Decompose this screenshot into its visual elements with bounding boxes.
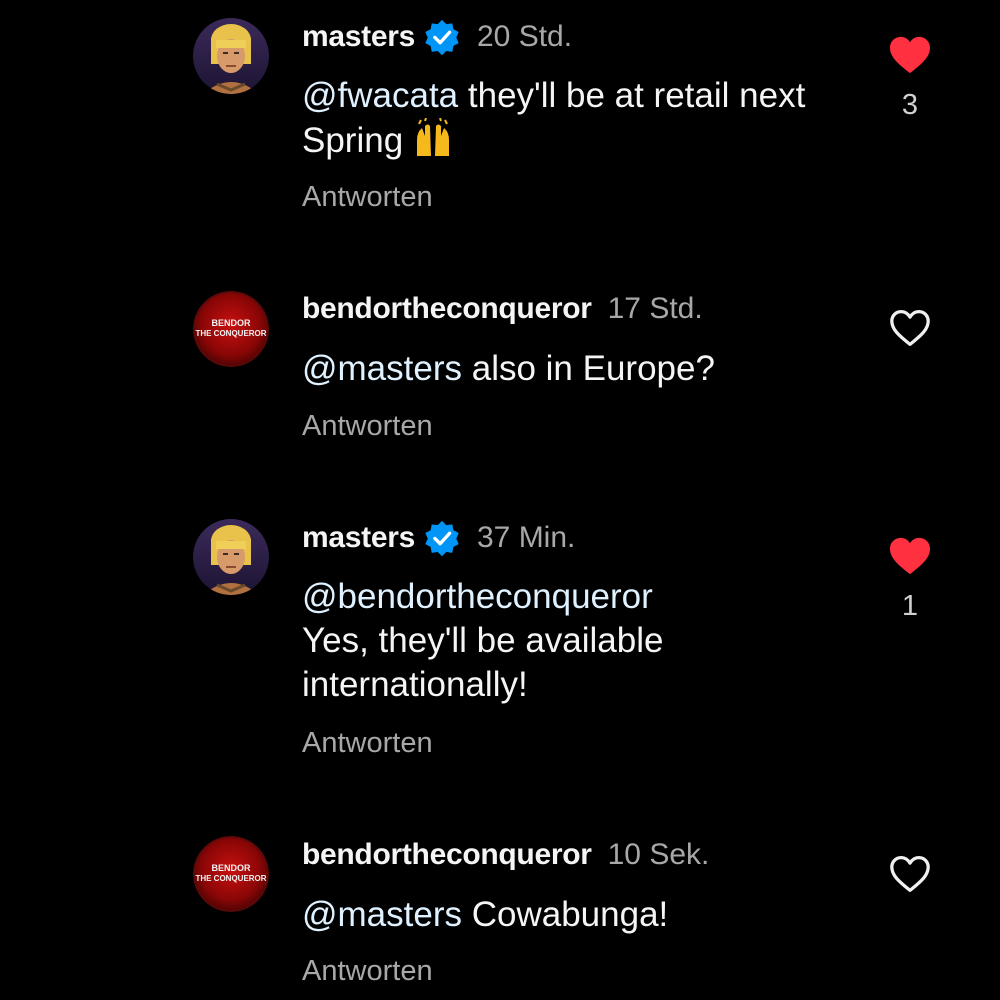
like-control: 3 xyxy=(880,35,940,122)
comment-header: masters 37 Min. xyxy=(302,518,575,558)
comment-text: @bendortheconqueror Yes, they'll be avai… xyxy=(302,575,862,707)
comment-header: bendortheconqueror 17 Std. xyxy=(302,289,703,329)
reply-button[interactable]: Antworten xyxy=(302,727,433,760)
like-count: 3 xyxy=(901,89,919,121)
comment-text: @masters Cowabunga! xyxy=(302,893,862,937)
reply-button[interactable]: Antworten xyxy=(302,410,433,443)
username[interactable]: masters xyxy=(302,521,415,555)
bendor-logo-icon: BENDOR THE CONQUEROR xyxy=(193,291,269,367)
like-control: 1 xyxy=(880,536,940,623)
raising-hands-icon xyxy=(411,117,455,169)
like-count: 1 xyxy=(901,590,919,622)
comment-body-line: internationally! xyxy=(302,665,528,704)
avatar-masters[interactable] xyxy=(193,18,269,94)
reply-button[interactable]: Antworten xyxy=(302,181,433,214)
heart-outline-icon[interactable] xyxy=(888,308,932,348)
like-control xyxy=(880,854,940,894)
avatar-text-bottom: THE CONQUEROR xyxy=(195,874,266,883)
mention-link[interactable]: @fwacata xyxy=(302,76,458,115)
avatar-text-top: BENDOR xyxy=(211,318,251,328)
username[interactable]: masters xyxy=(302,20,415,54)
heart-filled-icon[interactable] xyxy=(888,35,932,75)
verified-badge-icon xyxy=(423,519,461,557)
verified-badge-icon xyxy=(423,18,461,56)
comment-header: bendortheconqueror 10 Sek. xyxy=(302,835,709,875)
username[interactable]: bendortheconqueror xyxy=(302,292,592,326)
bendor-logo-icon: BENDOR THE CONQUEROR xyxy=(193,836,269,912)
username[interactable]: bendortheconqueror xyxy=(302,838,592,872)
mention-link[interactable]: @masters xyxy=(302,349,462,388)
timestamp: 17 Std. xyxy=(607,292,703,325)
mention-link[interactable]: @bendortheconqueror xyxy=(302,577,653,616)
comment-header: masters 20 Std. xyxy=(302,17,572,57)
timestamp: 10 Sek. xyxy=(607,838,710,871)
comment-body: also in Europe? xyxy=(462,349,715,388)
comment-body: Cowabunga! xyxy=(462,895,669,934)
reply-button[interactable]: Antworten xyxy=(302,955,433,988)
avatar-text-bottom: THE CONQUEROR xyxy=(195,329,266,338)
he-man-avatar-icon xyxy=(193,18,269,94)
timestamp: 20 Std. xyxy=(476,20,573,53)
avatar-masters[interactable] xyxy=(193,519,269,595)
heart-filled-icon[interactable] xyxy=(888,536,932,576)
comment-text: @masters also in Europe? xyxy=(302,347,862,391)
he-man-avatar-icon xyxy=(193,519,269,595)
comment-text: @fwacata they'll be at retail next Sprin… xyxy=(302,74,862,169)
comment-body-line: Yes, they'll be available xyxy=(302,621,664,660)
heart-outline-icon[interactable] xyxy=(888,854,932,894)
timestamp: 37 Min. xyxy=(476,521,576,554)
mention-link[interactable]: @masters xyxy=(302,895,462,934)
avatar-text-top: BENDOR xyxy=(211,863,251,873)
avatar-bendortheconqueror[interactable]: BENDOR THE CONQUEROR xyxy=(193,291,269,367)
like-control xyxy=(880,308,940,348)
avatar-bendortheconqueror[interactable]: BENDOR THE CONQUEROR xyxy=(193,836,269,912)
